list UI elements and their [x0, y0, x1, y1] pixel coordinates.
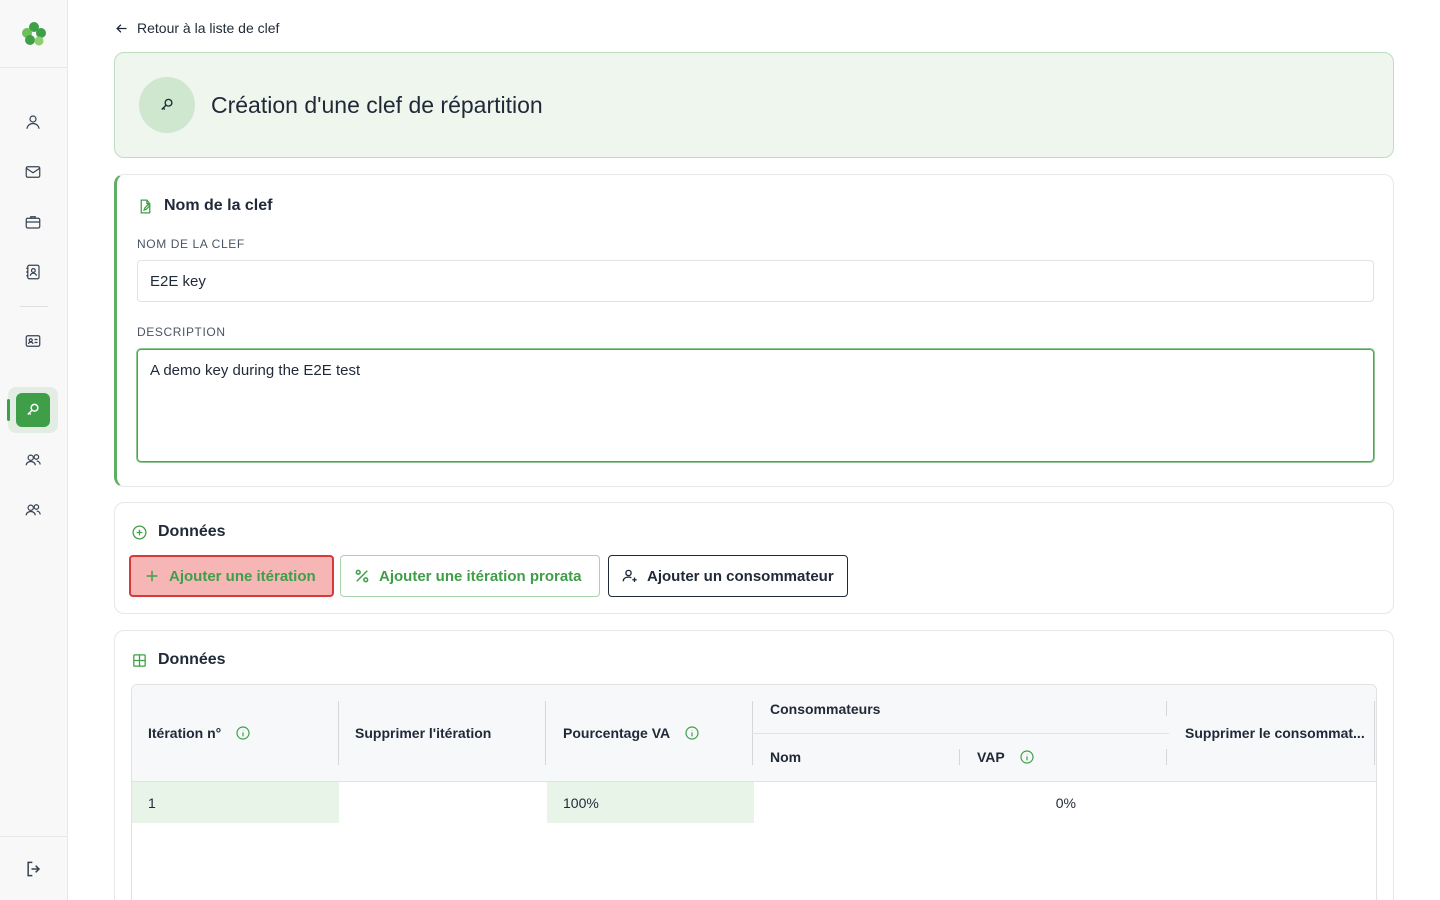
- header-delete-iteration[interactable]: Supprimer l'itération: [355, 725, 491, 741]
- cell-percentage-value: 100%: [563, 794, 599, 811]
- contact-book-icon: [26, 264, 40, 280]
- cell-vap-value: 0%: [1055, 794, 1076, 811]
- briefcase-icon: [25, 216, 41, 229]
- add-prorata-iteration-button[interactable]: Ajouter une itération prorata: [340, 555, 600, 597]
- back-link-label: Retour à la liste de clef: [137, 20, 280, 36]
- key-name-card: Nom de la clef NOM DE LA CLEF E2E key DE…: [114, 174, 1394, 487]
- sidebar-item-groups[interactable]: [8, 437, 58, 483]
- header-key-badge: [139, 77, 195, 133]
- add-consumer-button[interactable]: Ajouter un consommateur: [608, 555, 848, 597]
- key-name-section-label: Nom de la clef: [164, 197, 273, 214]
- edit-file-icon: [140, 198, 151, 214]
- description-field-label: DESCRIPTION: [137, 325, 226, 339]
- key-name-section-title: Nom de la clef: [137, 197, 272, 215]
- logout-button[interactable]: [0, 836, 68, 900]
- actions-section-label: Données: [158, 523, 226, 540]
- user-add-icon: [622, 569, 637, 582]
- header-consumers-group: Consommateurs: [770, 701, 880, 717]
- user-icon: [26, 115, 40, 129]
- key-name-value: E2E key: [150, 272, 206, 290]
- column-separator[interactable]: [1166, 749, 1167, 765]
- header-consumers-label: Consommateurs: [770, 701, 881, 717]
- sidebar-item-keys[interactable]: [7, 387, 58, 433]
- add-iteration-button[interactable]: Ajouter une itération: [129, 555, 334, 597]
- header-percentage-label: Pourcentage VA: [563, 725, 671, 741]
- column-separator[interactable]: [1166, 701, 1167, 716]
- sidebar-item-teams[interactable]: [8, 487, 58, 533]
- description-value: A demo key during the E2E test: [150, 362, 361, 379]
- info-icon[interactable]: [1019, 749, 1035, 765]
- percent-icon: [355, 569, 369, 583]
- header-consumer-name[interactable]: Nom: [770, 749, 801, 765]
- cell-vap[interactable]: 0%: [961, 782, 1168, 823]
- data-table-card: Données Itération n° Supprimer l'itérati…: [114, 630, 1394, 900]
- header-vap-label: VAP: [977, 749, 1005, 765]
- table-section-title: Données: [131, 651, 226, 669]
- add-consumer-label: Ajouter un consommateur: [647, 567, 834, 585]
- actions-section-title: Données: [131, 523, 226, 541]
- info-icon[interactable]: [684, 725, 700, 741]
- sidebar-item-users[interactable]: [8, 99, 58, 145]
- users-icon: [25, 454, 41, 466]
- header-delete-consumer-label: Supprimer le consommat...: [1185, 725, 1365, 741]
- cell-iteration[interactable]: 1: [132, 782, 339, 823]
- table-section-label: Données: [158, 651, 226, 668]
- header-consumer-name-label: Nom: [770, 749, 802, 765]
- group-header-divider: [752, 733, 1169, 734]
- cell-iteration-value: 1: [148, 794, 156, 811]
- header-vap[interactable]: VAP: [977, 749, 1035, 765]
- arrow-left-icon: [116, 23, 127, 33]
- column-separator[interactable]: [1374, 701, 1375, 765]
- sidebar-item-id-card[interactable]: [8, 318, 58, 364]
- header-delete-iteration-label: Supprimer l'itération: [355, 725, 492, 741]
- cell-delete-consumer[interactable]: [1168, 782, 1376, 823]
- cell-consumer-name[interactable]: [754, 782, 961, 823]
- header-iteration-label: Itération n°: [148, 725, 222, 741]
- column-separator[interactable]: [959, 749, 960, 765]
- name-field-label: NOM DE LA CLEF: [137, 237, 245, 251]
- app-logo[interactable]: [0, 0, 68, 68]
- sidebar-item-mail[interactable]: [8, 149, 58, 195]
- id-card-icon: [25, 335, 41, 347]
- sidebar-item-contacts[interactable]: [8, 249, 58, 295]
- data-table: Itération n° Supprimer l'itération Pourc…: [131, 684, 1377, 900]
- cell-delete-iteration[interactable]: [339, 782, 547, 823]
- back-to-list-link[interactable]: Retour à la liste de clef: [114, 20, 279, 36]
- add-iteration-label: Ajouter une itération: [169, 567, 316, 585]
- sidebar: [0, 0, 68, 900]
- page-header: Création d'une clef de répartition: [114, 52, 1394, 158]
- add-prorata-iteration-label: Ajouter une itération prorata: [379, 567, 582, 585]
- column-separator[interactable]: [545, 701, 546, 765]
- table-grid-icon: [133, 653, 146, 667]
- table-header: Itération n° Supprimer l'itération Pourc…: [132, 685, 1376, 782]
- clover-logo-icon: [22, 21, 46, 45]
- key-icon: [27, 403, 39, 416]
- mail-icon: [25, 166, 41, 178]
- sidebar-item-briefcase[interactable]: [8, 199, 58, 245]
- team-icon: [25, 504, 41, 516]
- header-delete-consumer[interactable]: Supprimer le consommat...: [1185, 725, 1365, 741]
- key-icon: [161, 98, 173, 110]
- logout-icon: [27, 861, 41, 876]
- key-name-input[interactable]: E2E key: [137, 260, 1374, 302]
- data-actions-card: Données Ajouter une itération Ajouter un…: [114, 502, 1394, 614]
- header-percentage[interactable]: Pourcentage VA: [563, 725, 700, 741]
- description-textarea[interactable]: A demo key during the E2E test: [137, 349, 1374, 462]
- column-separator[interactable]: [338, 701, 339, 765]
- sidebar-divider: [20, 306, 48, 307]
- header-iteration[interactable]: Itération n°: [148, 725, 251, 741]
- info-icon[interactable]: [235, 725, 251, 741]
- plus-icon: [146, 570, 158, 582]
- cell-percentage[interactable]: 100%: [547, 782, 754, 823]
- plus-circle-icon: [132, 524, 147, 540]
- page-title: Création d'une clef de répartition: [211, 91, 543, 118]
